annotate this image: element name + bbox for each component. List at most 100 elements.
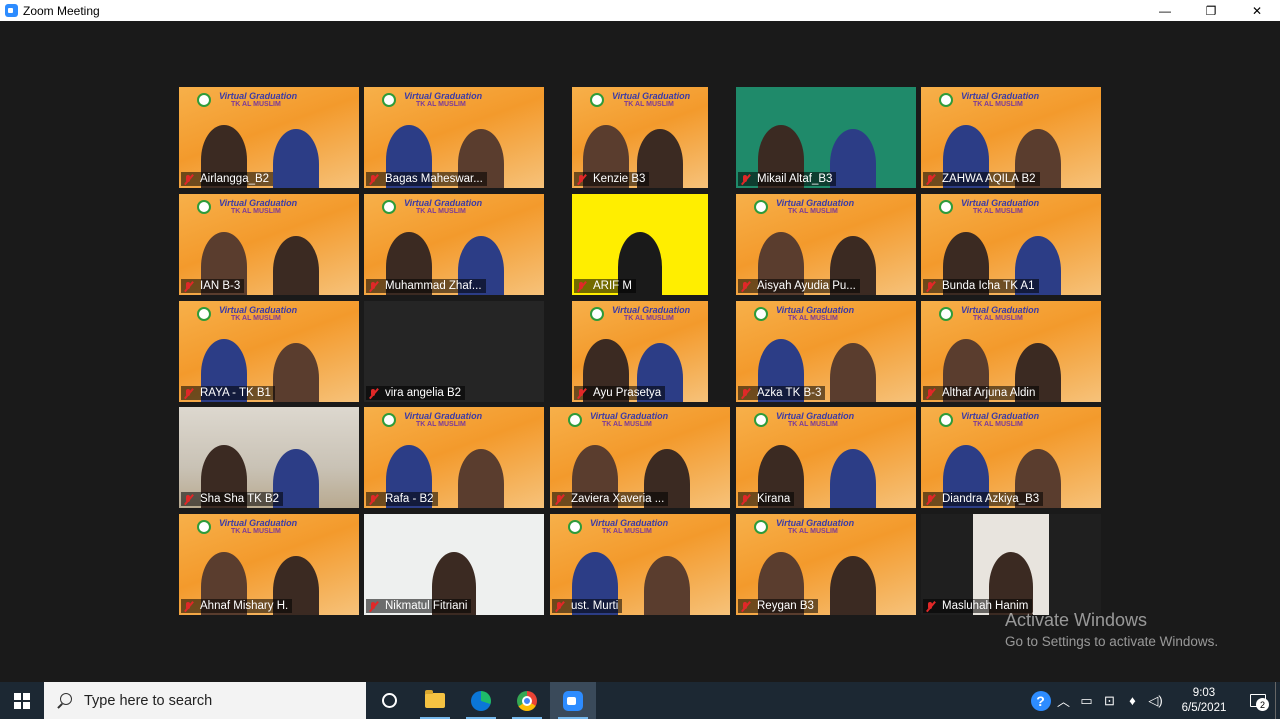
participant-name-label: Ayu Prasetya bbox=[574, 386, 666, 400]
participant-name: RAYA - TK B1 bbox=[200, 387, 271, 399]
chrome-button[interactable] bbox=[504, 682, 550, 719]
participant-tile[interactable]: Virtual Graduation TK AL MUSLIM Airlangga_… bbox=[179, 87, 359, 188]
edge-button[interactable] bbox=[458, 682, 504, 719]
school-logo-icon bbox=[382, 93, 396, 107]
participant-tile[interactable]: Virtual Graduation TK AL MUSLIM Bunda Icha… bbox=[921, 194, 1101, 295]
muted-microphone-icon bbox=[740, 494, 751, 505]
system-tray: ? ︿ ▭ ⊡ ♦ ◁) 9:03 6/5/2021 2 bbox=[1029, 682, 1280, 719]
participant-name-label: Mikail Altaf_B3 bbox=[738, 172, 837, 186]
battery-icon: ▭ bbox=[1080, 692, 1093, 708]
school-logo-icon bbox=[197, 307, 211, 321]
banner-title: Virtual Graduation bbox=[612, 91, 691, 101]
muted-microphone-icon bbox=[183, 281, 194, 292]
participant-name: Muhammad Zhaf... bbox=[385, 280, 482, 292]
graduation-banner: Virtual Graduation TK AL MUSLIM bbox=[568, 518, 678, 542]
banner-subtitle: TK AL MUSLIM bbox=[602, 528, 652, 535]
participant-tile[interactable]: Virtual Graduation TK AL MUSLIM IAN B-3 bbox=[179, 194, 359, 295]
gallery-view: Virtual Graduation TK AL MUSLIM Airlangga_… bbox=[0, 21, 1280, 682]
microphone-button[interactable]: ♦ bbox=[1121, 682, 1144, 719]
participant-name-label: ARIF M bbox=[574, 279, 636, 293]
banner-subtitle: TK AL MUSLIM bbox=[231, 101, 281, 108]
banner-title: Virtual Graduation bbox=[961, 91, 1040, 101]
school-logo-icon bbox=[590, 307, 604, 321]
participant-tile[interactable]: Virtual Graduation TK AL MUSLIM ZAHWA AQIL… bbox=[921, 87, 1101, 188]
participant-tile[interactable]: vira angelia B2 bbox=[364, 301, 544, 402]
school-logo-icon bbox=[754, 520, 768, 534]
muted-microphone-icon bbox=[183, 494, 194, 505]
banner-title: Virtual Graduation bbox=[404, 198, 483, 208]
show-desktop-button[interactable] bbox=[1275, 682, 1280, 719]
task-view-icon bbox=[381, 693, 397, 708]
participant-tile[interactable]: ARIF M bbox=[572, 194, 708, 295]
school-logo-icon bbox=[754, 200, 768, 214]
muted-microphone-icon bbox=[925, 174, 936, 185]
school-logo-icon bbox=[590, 93, 604, 107]
banner-title: Virtual Graduation bbox=[776, 518, 855, 528]
participant-tile[interactable]: Masluhah Hanim bbox=[921, 514, 1101, 615]
graduation-banner: Virtual Graduation TK AL MUSLIM bbox=[939, 198, 1049, 222]
graduation-banner: Virtual Graduation TK AL MUSLIM bbox=[754, 305, 864, 329]
participant-tile[interactable]: Virtual Graduation TK AL MUSLIM Kirana bbox=[736, 407, 916, 508]
start-button[interactable] bbox=[0, 682, 44, 719]
school-logo-icon bbox=[197, 520, 211, 534]
participant-tile[interactable]: Virtual Graduation TK AL MUSLIM RAYA - TK … bbox=[179, 301, 359, 402]
banner-title: Virtual Graduation bbox=[612, 305, 691, 315]
clock-button[interactable]: 9:03 6/5/2021 bbox=[1167, 686, 1241, 716]
participant-tile[interactable]: Virtual Graduation TK AL MUSLIM Reygan B3 bbox=[736, 514, 916, 615]
muted-microphone-icon bbox=[183, 174, 194, 185]
school-logo-icon bbox=[754, 307, 768, 321]
restore-button[interactable]: ❐ bbox=[1188, 0, 1234, 21]
participant-name: ZAHWA AQILA B2 bbox=[942, 173, 1036, 185]
minimize-button[interactable]: — bbox=[1142, 0, 1188, 21]
file-explorer-button[interactable] bbox=[412, 682, 458, 719]
participant-tile[interactable]: Sha Sha TK B2 bbox=[179, 407, 359, 508]
battery-button[interactable]: ▭ bbox=[1075, 682, 1098, 719]
participant-name-label: ZAHWA AQILA B2 bbox=[923, 172, 1040, 186]
participant-name: Kirana bbox=[757, 493, 791, 505]
participant-tile[interactable]: Virtual Graduation TK AL MUSLIM Kenzie B3 bbox=[572, 87, 708, 188]
network-icon: ⊡ bbox=[1104, 692, 1115, 708]
help-button[interactable]: ? bbox=[1029, 682, 1052, 719]
participant-name-label: vira angelia B2 bbox=[366, 386, 466, 400]
zoom-taskbar-button[interactable] bbox=[550, 682, 596, 719]
participant-tile[interactable]: Virtual Graduation TK AL MUSLIM Althaf Arj… bbox=[921, 301, 1101, 402]
chrome-icon bbox=[517, 690, 537, 711]
participant-name: Mikail Altaf_B3 bbox=[757, 173, 833, 185]
school-logo-icon bbox=[568, 413, 582, 427]
school-logo-icon bbox=[382, 413, 396, 427]
participant-tile[interactable]: Virtual Graduation TK AL MUSLIM Muhammad Z… bbox=[364, 194, 544, 295]
participant-tile[interactable]: Mikail Altaf_B3 bbox=[736, 87, 916, 188]
banner-subtitle: TK AL MUSLIM bbox=[973, 101, 1023, 108]
banner-title: Virtual Graduation bbox=[961, 198, 1040, 208]
participant-name: Rafa - B2 bbox=[385, 493, 434, 505]
task-view-button[interactable] bbox=[366, 682, 412, 719]
show-hidden-icons-button[interactable]: ︿ bbox=[1052, 682, 1075, 719]
muted-microphone-icon bbox=[925, 388, 936, 399]
participant-tile[interactable]: Nikmatul Fitriani bbox=[364, 514, 544, 615]
banner-subtitle: TK AL MUSLIM bbox=[416, 208, 466, 215]
participant-tile[interactable]: Virtual Graduation TK AL MUSLIM ust. Murti bbox=[550, 514, 730, 615]
close-button[interactable]: ✕ bbox=[1234, 0, 1280, 21]
participant-tile[interactable]: Virtual Graduation TK AL MUSLIM Rafa - B2 bbox=[364, 407, 544, 508]
banner-subtitle: TK AL MUSLIM bbox=[788, 421, 838, 428]
school-logo-icon bbox=[197, 200, 211, 214]
volume-button[interactable]: ◁) bbox=[1144, 682, 1167, 719]
participant-tile[interactable]: Virtual Graduation TK AL MUSLIM Diandra Az… bbox=[921, 407, 1101, 508]
notification-count: 2 bbox=[1256, 698, 1269, 711]
participant-name: Althaf Arjuna Aldin bbox=[942, 387, 1036, 399]
banner-title: Virtual Graduation bbox=[961, 411, 1040, 421]
participant-tile[interactable]: Virtual Graduation TK AL MUSLIM Azka TK B-… bbox=[736, 301, 916, 402]
graduation-banner: Virtual Graduation TK AL MUSLIM bbox=[197, 91, 307, 115]
participant-tile[interactable]: Virtual Graduation TK AL MUSLIM Zaviera Xa… bbox=[550, 407, 730, 508]
action-center-button[interactable]: 2 bbox=[1241, 682, 1275, 719]
participant-tile[interactable]: Virtual Graduation TK AL MUSLIM Aisyah Ayu… bbox=[736, 194, 916, 295]
search-icon bbox=[56, 692, 72, 709]
participant-tile[interactable]: Virtual Graduation TK AL MUSLIM Ayu Praset… bbox=[572, 301, 708, 402]
participant-tile[interactable]: Virtual Graduation TK AL MUSLIM Bagas Mahe… bbox=[364, 87, 544, 188]
banner-subtitle: TK AL MUSLIM bbox=[231, 528, 281, 535]
clock-date: 6/5/2021 bbox=[1181, 701, 1227, 714]
taskbar-search-box[interactable]: Type here to search bbox=[44, 682, 366, 719]
participant-tile[interactable]: Virtual Graduation TK AL MUSLIM Ahnaf Mish… bbox=[179, 514, 359, 615]
network-button[interactable]: ⊡ bbox=[1098, 682, 1121, 719]
school-logo-icon bbox=[939, 413, 953, 427]
